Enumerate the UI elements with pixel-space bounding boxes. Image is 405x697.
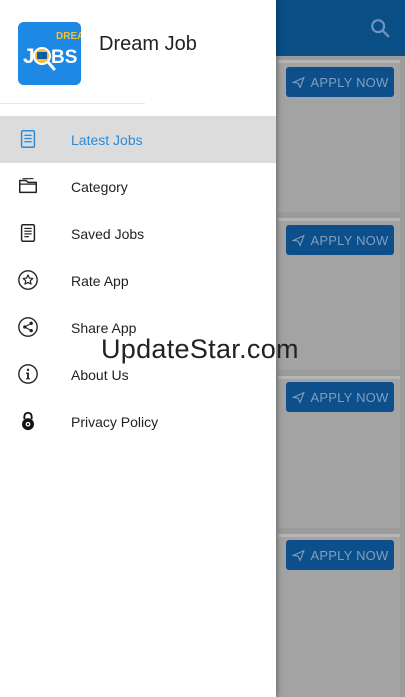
menu-item-latest-jobs[interactable]: Latest Jobs — [0, 116, 276, 163]
watermark-text: UpdateStar.com — [101, 334, 299, 364]
jobs-logo-icon: DREAM J BS — [18, 22, 81, 85]
menu-item-category[interactable]: Category — [0, 163, 276, 210]
send-icon — [291, 76, 305, 89]
app-title: Dream Job — [99, 33, 197, 55]
document-icon — [20, 130, 36, 148]
menu-item-rate-app[interactable]: Rate App — [0, 257, 276, 304]
send-icon — [291, 549, 305, 562]
folder-icon — [19, 178, 37, 194]
app-logo: DREAM J BS — [18, 22, 81, 85]
share-icon — [18, 317, 38, 337]
menu-item-label: Rate App — [71, 272, 129, 289]
apply-now-button[interactable]: APPLY NOW — [286, 382, 394, 412]
apply-now-button[interactable]: APPLY NOW — [286, 540, 394, 570]
document-list-icon — [20, 224, 36, 242]
menu-item-label: Latest Jobs — [71, 131, 143, 148]
info-icon — [18, 364, 38, 384]
menu-item-label: About Us — [71, 366, 129, 383]
svg-text:BS: BS — [51, 47, 77, 68]
send-icon — [291, 391, 305, 404]
header-divider — [0, 103, 145, 104]
lock-icon — [22, 411, 34, 431]
star-icon — [18, 270, 38, 290]
search-icon[interactable] — [369, 17, 391, 39]
svg-text:DREAM: DREAM — [56, 31, 81, 42]
menu-item-saved-jobs[interactable]: Saved Jobs — [0, 210, 276, 257]
menu-item-label: Category — [71, 178, 128, 195]
menu-item-label: Saved Jobs — [71, 225, 145, 242]
menu-item-label: Privacy Policy — [71, 413, 159, 430]
apply-now-button[interactable]: APPLY NOW — [286, 225, 394, 255]
send-icon — [291, 234, 305, 247]
menu-item-privacy-policy[interactable]: Privacy Policy — [0, 398, 276, 445]
drawer-header: DREAM J BS Dream Job — [0, 0, 276, 104]
drawer-menu: Latest Jobs Category Saved Jobs Rate App… — [0, 116, 276, 445]
apply-now-button[interactable]: APPLY NOW — [286, 67, 394, 97]
svg-text:J: J — [23, 45, 35, 68]
